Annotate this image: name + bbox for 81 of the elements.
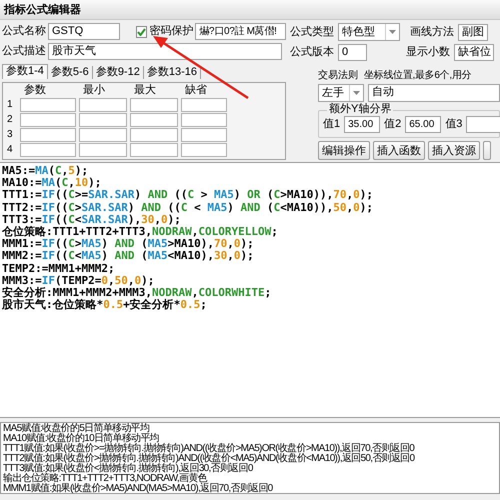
field-label: 密码保护 — [149, 24, 194, 40]
note-line: MMM1赋值:如果(收盘价>MA5)AND(MA5>MA10),返回70,否则返回0 — [3, 484, 273, 494]
toolbar-button[interactable]: 编辑操作 — [318, 141, 370, 160]
toolbar-button[interactable]: 插入函数 — [373, 141, 425, 160]
dropdown-arrow-icon[interactable] — [349, 85, 363, 101]
param-tab[interactable]: 参数1-4 — [2, 64, 48, 79]
trade-rule-dropdown[interactable]: 左手 — [318, 84, 364, 102]
code-line: MMM2:=IF((C<MA5) AND (MA5<MA10),30,0); — [2, 250, 254, 263]
code-line: TTT2:=IF((C>SAR.SAR) AND ((C < MA5) AND (C<MA10)),50,0); — [2, 202, 373, 214]
param-field[interactable] — [181, 113, 227, 127]
axis-position-field[interactable]: 自动 — [368, 84, 500, 102]
param-field[interactable] — [130, 143, 178, 157]
field-label: 公式版本 — [290, 45, 334, 60]
note-line: TTT1赋值:如果(收盘价>=抛物转向.抛物转向)AND((收盘价>MA5)OR(收盘价>MA10)),返回70,否则返回0 — [3, 444, 414, 454]
param-tab[interactable]: 参数5-6 — [48, 66, 93, 79]
window-title: 指标公式编辑器 — [0, 0, 500, 20]
note-line: TTT3赋值:如果(收盘价<抛物转向.抛物转向),返回30,否则返回0 — [3, 464, 253, 474]
code-line: MA5:=MA(C,5); — [2, 165, 88, 178]
column-header: 最大 — [133, 84, 157, 97]
field-label: 值1 — [323, 116, 340, 132]
row-number: 3 — [7, 128, 14, 142]
dropdown-arrow-icon[interactable] — [385, 24, 399, 40]
code-line: TEMP2:=MMM1+MMM2; — [2, 262, 115, 275]
note-line: MA5赋值:收盘价的5日简单移动平均 — [3, 424, 150, 434]
note-line: 输出仓位策略:TTT1+TTT2+TTT3,NODRAW,画黄色 — [3, 474, 207, 484]
param-field[interactable] — [79, 98, 127, 112]
code-line: MMM1:=IF((C>MA5) AND (MA5>MA10),70,0); — [2, 238, 254, 250]
toolbar-button[interactable]: 插入资源 — [428, 141, 480, 160]
param-field[interactable] — [181, 128, 227, 142]
param-field[interactable] — [130, 113, 178, 127]
field-label: 公式描述 — [2, 44, 46, 60]
note-line: MA10赋值:收盘价的10日简单移动平均 — [3, 434, 160, 444]
password-field[interactable]: 爀?口0?註 M莴僣! — [195, 23, 286, 40]
code-line: MA10:=MA(C,10); — [2, 177, 102, 190]
param-field[interactable] — [130, 98, 178, 112]
param-field[interactable] — [181, 143, 227, 157]
code-line: TTT1:=IF((C>=SAR.SAR) AND ((C > MA5) OR (C>MA10)),70,0); — [2, 189, 373, 202]
param-field[interactable] — [20, 113, 76, 127]
param-field[interactable] — [20, 98, 76, 112]
field-label: 公式类型 — [290, 24, 334, 40]
param-field[interactable] — [181, 98, 227, 112]
version-field[interactable]: 0 — [338, 44, 367, 61]
field-label: 值2 — [384, 116, 402, 132]
field-label: 值3 — [445, 116, 462, 132]
param-field[interactable] — [79, 128, 127, 142]
value-field[interactable]: 65.00 — [405, 116, 442, 132]
param-tab[interactable]: 参数9-12 — [92, 66, 144, 79]
type-dropdown[interactable]: 特色型 — [338, 23, 400, 41]
value-field[interactable] — [466, 116, 500, 132]
value-field[interactable]: 35.00 — [344, 116, 380, 132]
column-header: 缺省 — [184, 84, 208, 97]
row-number: 4 — [7, 143, 14, 157]
code-line: 安全分析:MMM1+MMM2+MMM3,NODRAW,COLORWHITE; — [2, 287, 272, 300]
field-label: 坐标线位置,最多6个,用分 — [364, 68, 472, 83]
decimals-field[interactable]: 缺省位 — [454, 44, 494, 61]
group-title: 额外Y轴分界 — [327, 103, 394, 116]
note-line: TTT2赋值:如果(收盘价>抛物转向.抛物转向)AND((收盘价<MA5)AND(收盘价<MA10)),返回50,否则返回0 — [3, 454, 414, 464]
description-field[interactable]: 股市天气 — [48, 43, 282, 60]
field-label: 交易法则 — [318, 68, 358, 83]
row-number: 2 — [7, 113, 14, 127]
code-line: 股市天气:仓位策略*0.5+安全分析*0.5; — [2, 299, 207, 312]
param-field[interactable] — [79, 113, 127, 127]
param-field[interactable] — [79, 143, 127, 157]
row-number: 1 — [7, 98, 14, 112]
name-field[interactable]: GSTQ — [48, 23, 120, 40]
field-label: 公式名称 — [2, 24, 46, 40]
param-field[interactable] — [20, 128, 76, 142]
code-line: 仓位策略:TTT1+TTT2+TTT3,NODRAW,COLORYELLOW; — [2, 226, 278, 238]
field-label: 画线方法 — [410, 24, 454, 40]
field-label: 显示小数 — [406, 45, 450, 60]
param-field[interactable] — [130, 128, 178, 142]
column-header: 参数 — [23, 84, 47, 97]
code-line: MMM3:=IF(TEMP2=0,50,0); — [2, 274, 154, 287]
code-line: TTT3:=IF((C<SAR.SAR),30,0); — [2, 214, 181, 226]
param-field[interactable] — [20, 143, 76, 157]
password-checkbox[interactable] — [136, 26, 148, 38]
column-header: 最小 — [82, 84, 106, 97]
param-tab[interactable]: 参数13-16 — [144, 66, 201, 79]
draw-method-field[interactable]: 副图 — [458, 24, 488, 40]
code-editor[interactable] — [0, 162, 500, 418]
button[interactable] — [483, 141, 491, 160]
